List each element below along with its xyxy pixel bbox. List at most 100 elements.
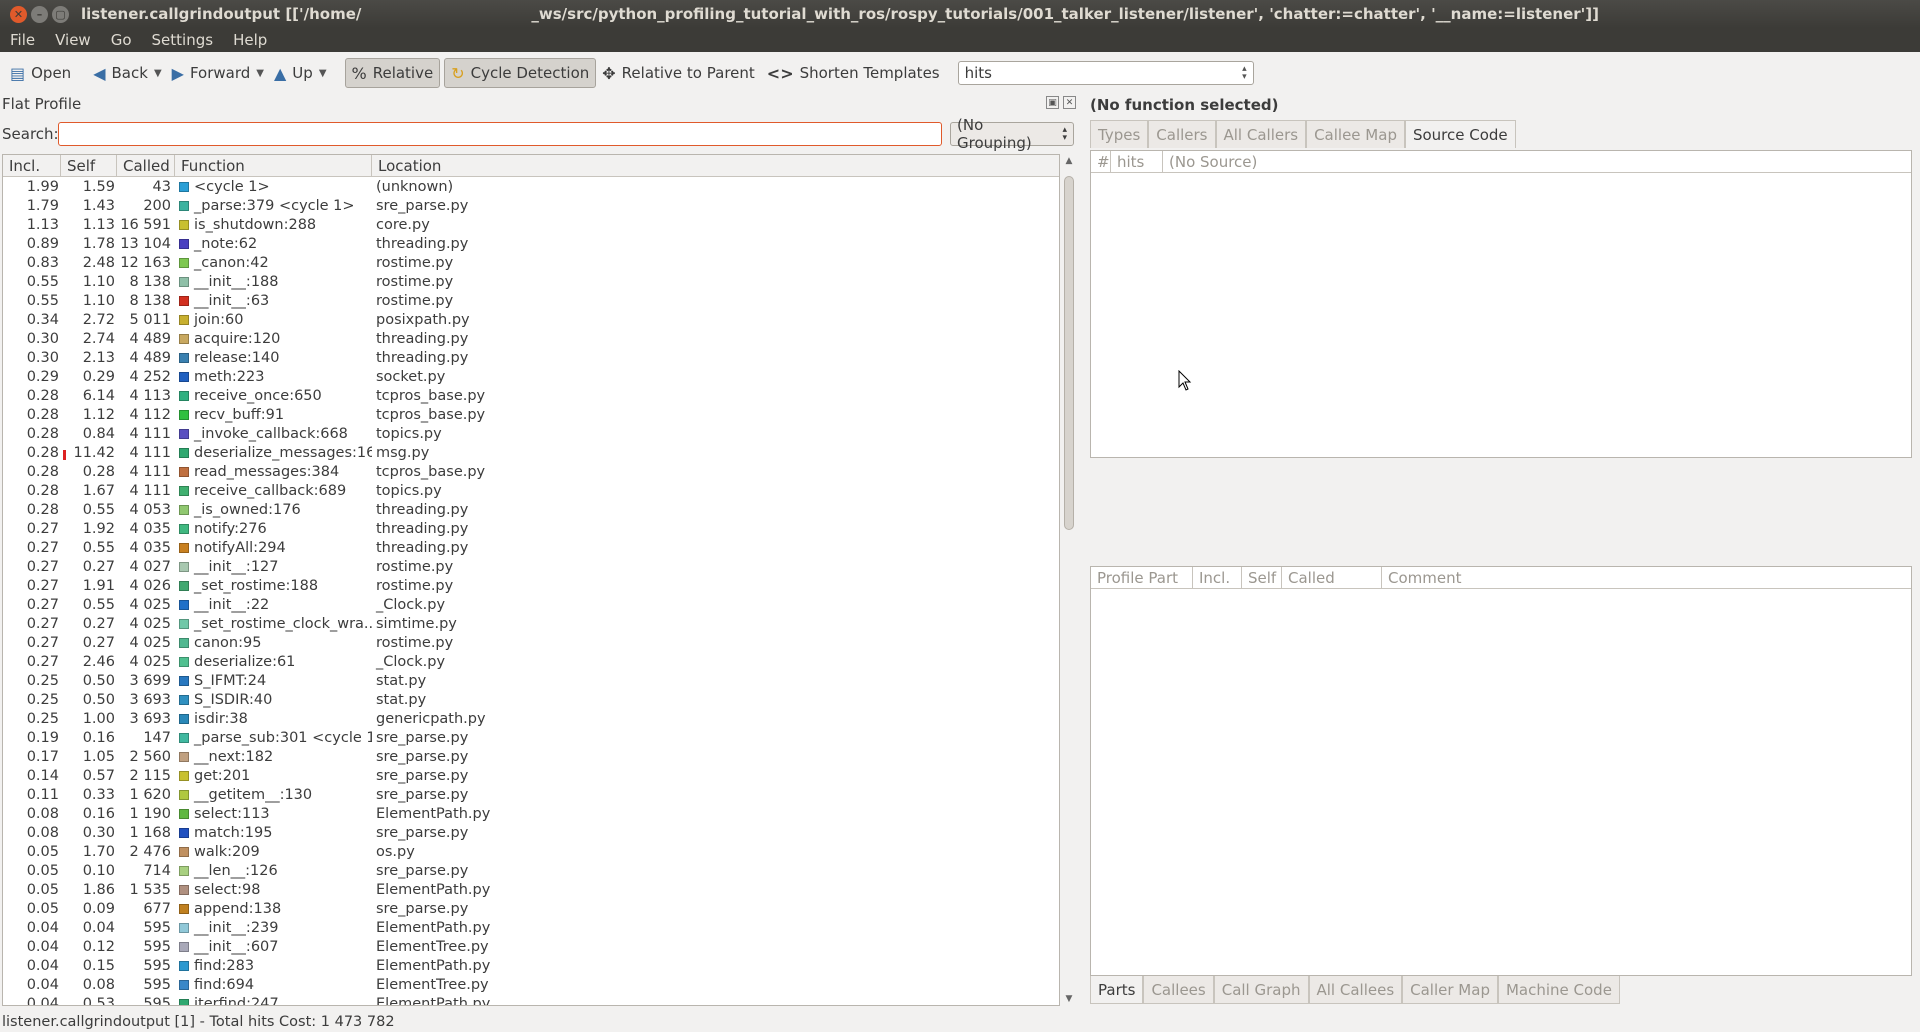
tab-callees[interactable]: Callees [1143, 976, 1214, 1004]
scroll-down-icon[interactable]: ▼ [1062, 992, 1076, 1006]
table-row[interactable]: 1.13 1.13 16 591 is_shutdown:288 core.py [3, 215, 1059, 234]
column-hits[interactable]: hits [1111, 151, 1163, 172]
up-dropdown-button[interactable]: ▼ [319, 58, 331, 88]
table-row[interactable]: 0.27 1.92 4 035 notify:276 threading.py [3, 519, 1059, 538]
tab-callers[interactable]: Callers [1148, 120, 1216, 148]
close-panel-icon[interactable]: ✕ [1063, 96, 1076, 109]
back-button[interactable]: ◀ Back [87, 58, 154, 88]
forward-dropdown-button[interactable]: ▼ [256, 58, 268, 88]
close-window-button[interactable]: ✕ [10, 5, 27, 23]
table-row[interactable]: 0.04 0.12 595 __init__:607 ElementTree.py [3, 937, 1059, 956]
table-row[interactable]: 0.28 11.42 4 111 deserialize_messages:164 ms… [3, 443, 1059, 462]
column-called[interactable]: Called [1282, 567, 1382, 588]
column-incl[interactable]: Incl. [3, 155, 61, 176]
table-row[interactable]: 0.27 0.27 4 025 canon:95 rostime.py [3, 633, 1059, 652]
tab-all-callees[interactable]: All Callees [1308, 976, 1403, 1004]
table-row[interactable]: 0.25 0.50 3 693 S_ISDIR:40 stat.py [3, 690, 1059, 709]
table-row[interactable]: 0.28 0.28 4 111 read_messages:384 tcpros_bas… [3, 462, 1059, 481]
table-row[interactable]: 0.30 2.13 4 489 release:140 threading.py [3, 348, 1059, 367]
forward-button[interactable]: ▶ Forward [166, 58, 257, 88]
up-button[interactable]: ▲ Up [268, 58, 319, 88]
column-line-number[interactable]: # [1091, 151, 1111, 172]
relative-toggle[interactable]: % Relative [344, 58, 441, 88]
minimize-window-button[interactable]: – [31, 5, 48, 23]
table-row[interactable]: 0.08 0.16 1 190 select:113 ElementPath.py [3, 804, 1059, 823]
incl-cell: 0.28 [26, 444, 59, 461]
cycle-detection-toggle[interactable]: ↻ Cycle Detection [444, 58, 597, 88]
table-row[interactable]: 0.28 0.55 4 053 _is_owned:176 threading.py [3, 500, 1059, 519]
menu-settings[interactable]: Settings [142, 31, 224, 49]
function-cell: notify:276 [175, 521, 372, 537]
column-comment[interactable]: Comment [1382, 567, 1462, 588]
tab-all-callers[interactable]: All Callers [1215, 120, 1307, 148]
search-input[interactable] [58, 122, 942, 146]
table-row[interactable]: 0.27 0.27 4 025 _set_rostime_clock_wra... si… [3, 614, 1059, 633]
table-row[interactable]: 0.83 2.48 12 163 _canon:42 rostime.py [3, 253, 1059, 272]
scroll-up-icon[interactable]: ▲ [1062, 154, 1076, 168]
table-row[interactable]: 0.14 0.57 2 115 get:201 sre_parse.py [3, 766, 1059, 785]
tab-caller-map[interactable]: Caller Map [1402, 976, 1498, 1004]
maximize-window-button[interactable]: ▢ [52, 5, 69, 23]
location-cell: threading.py [376, 501, 469, 518]
table-row[interactable]: 0.27 2.46 4 025 deserialize:61 _Clock.py [3, 652, 1059, 671]
column-function[interactable]: Function [175, 155, 372, 176]
table-row[interactable]: 0.04 0.15 595 find:283 ElementPath.py [3, 956, 1059, 975]
table-row[interactable]: 0.27 0.55 4 035 notifyAll:294 threading.py [3, 538, 1059, 557]
table-row[interactable]: 0.28 1.12 4 112 recv_buff:91 tcpros_base.py [3, 405, 1059, 424]
function-color-swatch [179, 428, 189, 439]
table-row[interactable]: 1.99 1.59 43 <cycle 1> (unknown) [3, 177, 1059, 196]
open-button[interactable]: ▤ Open [4, 58, 77, 88]
scrollbar-thumb[interactable] [1064, 176, 1074, 530]
table-row[interactable]: 0.28 1.67 4 111 receive_callback:689 topics.… [3, 481, 1059, 500]
tab-machine-code[interactable]: Machine Code [1497, 976, 1620, 1004]
table-row[interactable]: 0.05 0.09 677 append:138 sre_parse.py [3, 899, 1059, 918]
relative-to-parent-toggle[interactable]: ✥ Relative to Parent [596, 58, 761, 88]
column-source[interactable]: (No Source) [1163, 151, 1257, 172]
column-self[interactable]: Self [61, 155, 117, 176]
table-row[interactable]: 0.04 0.04 595 __init__:239 ElementPath.py [3, 918, 1059, 937]
tab-callee-map[interactable]: Callee Map [1306, 120, 1405, 148]
float-panel-icon[interactable]: ▣ [1046, 96, 1059, 109]
menu-view[interactable]: View [45, 31, 101, 49]
table-row[interactable]: 0.25 0.50 3 699 S_IFMT:24 stat.py [3, 671, 1059, 690]
shorten-templates-toggle[interactable]: <> Shorten Templates [761, 58, 946, 88]
table-row[interactable]: 0.27 0.27 4 027 __init__:127 rostime.py [3, 557, 1059, 576]
table-row[interactable]: 0.89 1.78 13 104 _note:62 threading.py [3, 234, 1059, 253]
column-self[interactable]: Self [1242, 567, 1282, 588]
table-row[interactable]: 0.05 1.86 1 535 select:98 ElementPath.py [3, 880, 1059, 899]
table-row[interactable]: 0.04 0.08 595 find:694 ElementTree.py [3, 975, 1059, 994]
table-row[interactable]: 0.28 6.14 4 113 receive_once:650 tcpros_base… [3, 386, 1059, 405]
table-row[interactable]: 0.04 0.53 595 iterfind:247 ElementPath.py [3, 994, 1059, 1005]
table-row[interactable]: 0.05 0.10 714 __len__:126 sre_parse.py [3, 861, 1059, 880]
table-row[interactable]: 0.25 1.00 3 693 isdir:38 genericpath.py [3, 709, 1059, 728]
grouping-select[interactable]: (No Grouping) ▴ ▾ [950, 116, 1074, 152]
column-called[interactable]: Called [117, 155, 175, 176]
tab-types[interactable]: Types [1090, 120, 1149, 148]
vertical-scrollbar[interactable]: ▲ ▼ [1062, 154, 1076, 1006]
table-row[interactable]: 0.05 1.70 2 476 walk:209 os.py [3, 842, 1059, 861]
table-row[interactable]: 0.17 1.05 2 560 __next:182 sre_parse.py [3, 747, 1059, 766]
menu-go[interactable]: Go [101, 31, 142, 49]
event-type-select[interactable]: hits ▴ ▾ [957, 61, 1254, 85]
tab-parts[interactable]: Parts [1090, 976, 1144, 1004]
table-row[interactable]: 0.27 1.91 4 026 _set_rostime:188 rostime.py [3, 576, 1059, 595]
table-row[interactable]: 0.27 0.55 4 025 __init__:22 _Clock.py [3, 595, 1059, 614]
table-row[interactable]: 0.11 0.33 1 620 __getitem__:130 sre_parse.py [3, 785, 1059, 804]
tab-call-graph[interactable]: Call Graph [1213, 976, 1309, 1004]
table-row[interactable]: 0.29 0.29 4 252 meth:223 socket.py [3, 367, 1059, 386]
back-dropdown-button[interactable]: ▼ [154, 58, 166, 88]
table-row[interactable]: 1.79 1.43 200 _parse:379 <cycle 1> sre_parse… [3, 196, 1059, 215]
table-row[interactable]: 0.34 2.72 5 011 join:60 posixpath.py [3, 310, 1059, 329]
menu-file[interactable]: File [0, 31, 45, 49]
table-row[interactable]: 0.30 2.74 4 489 acquire:120 threading.py [3, 329, 1059, 348]
table-row[interactable]: 0.08 0.30 1 168 match:195 sre_parse.py [3, 823, 1059, 842]
column-profile-part[interactable]: Profile Part [1091, 567, 1193, 588]
tab-source-code[interactable]: Source Code [1404, 120, 1516, 148]
column-incl[interactable]: Incl. [1193, 567, 1242, 588]
table-row[interactable]: 0.28 0.84 4 111 _invoke_callback:668 topics.… [3, 424, 1059, 443]
column-location[interactable]: Location [372, 155, 1059, 176]
table-row[interactable]: 0.55 1.10 8 138 __init__:188 rostime.py [3, 272, 1059, 291]
menu-help[interactable]: Help [223, 31, 277, 49]
table-row[interactable]: 0.19 0.16 147 _parse_sub:301 <cycle 1> sre_p… [3, 728, 1059, 747]
table-row[interactable]: 0.55 1.10 8 138 __init__:63 rostime.py [3, 291, 1059, 310]
